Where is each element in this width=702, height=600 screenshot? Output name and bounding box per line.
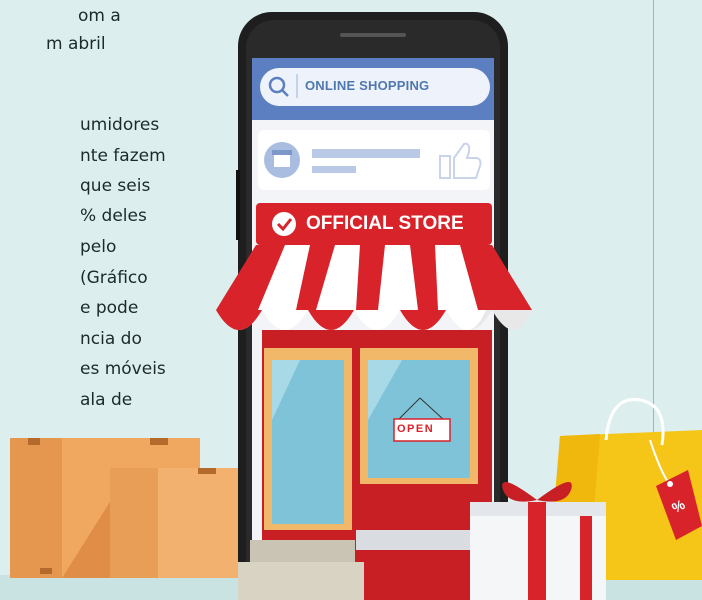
open-sign-label: OPEN [397, 423, 435, 435]
verified-check-icon [272, 212, 296, 236]
official-store-label: OFFICIAL STORE [306, 213, 464, 234]
entrance-steps [238, 540, 364, 600]
cardboard-boxes [10, 438, 240, 578]
search-placeholder: ONLINE SHOPPING [305, 78, 430, 93]
